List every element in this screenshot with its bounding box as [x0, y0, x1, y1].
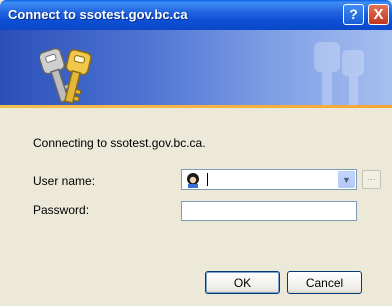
keys-icon — [40, 47, 92, 104]
cancel-button[interactable]: Cancel — [287, 271, 362, 294]
title-bar[interactable]: Connect to ssotest.gov.bc.ca ? X — [0, 0, 392, 30]
close-button[interactable]: X — [368, 4, 389, 25]
ok-button[interactable]: OK — [205, 271, 280, 294]
connecting-message: Connecting to ssotest.gov.bc.ca. — [33, 136, 206, 150]
username-combobox[interactable]: ▼ — [181, 169, 357, 190]
text-caret — [207, 173, 208, 186]
chevron-down-icon[interactable]: ▼ — [338, 171, 355, 188]
user-avatar-icon — [187, 173, 199, 188]
keys-watermark-icon — [314, 42, 364, 106]
login-dialog: Connect to ssotest.gov.bc.ca ? X Connect… — [0, 0, 392, 306]
help-button[interactable]: ? — [343, 4, 364, 25]
password-field[interactable] — [181, 201, 357, 221]
password-label: Password: — [33, 203, 90, 217]
browse-credentials-button[interactable]: ... — [362, 170, 381, 189]
username-label: User name: — [33, 174, 96, 188]
window-title: Connect to ssotest.gov.bc.ca — [8, 7, 188, 22]
